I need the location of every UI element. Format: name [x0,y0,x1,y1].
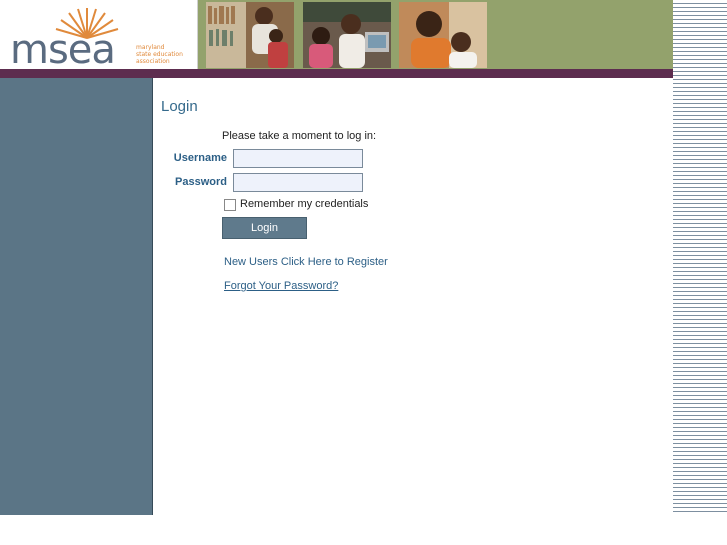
remember-label[interactable]: Remember my credentials [240,198,368,210]
username-label: Username [173,152,227,164]
remember-checkbox[interactable] [224,199,236,211]
logo-wordmark: msea [10,27,116,73]
login-prompt: Please take a moment to log in: [222,130,377,142]
header-photo-teacher [399,2,487,68]
password-label: Password [175,176,227,188]
header-divider-bar [0,69,673,78]
forgot-password-link[interactable]: Forgot Your Password? [224,280,338,292]
site-header: msea maryland state education associatio… [0,0,673,70]
username-input[interactable] [233,149,363,168]
page-title: Login [161,98,198,115]
login-button[interactable]: Login [222,217,307,239]
header-photo-children [303,2,391,68]
logo-tagline: maryland state education association [136,44,183,65]
msea-logo[interactable]: msea maryland state education associatio… [0,0,198,70]
main-content [153,78,673,515]
decorative-stripes [673,0,727,515]
password-input[interactable] [233,173,363,192]
register-link[interactable]: New Users Click Here to Register [224,256,388,268]
header-photo-library [206,2,294,68]
left-sidebar [0,78,153,515]
